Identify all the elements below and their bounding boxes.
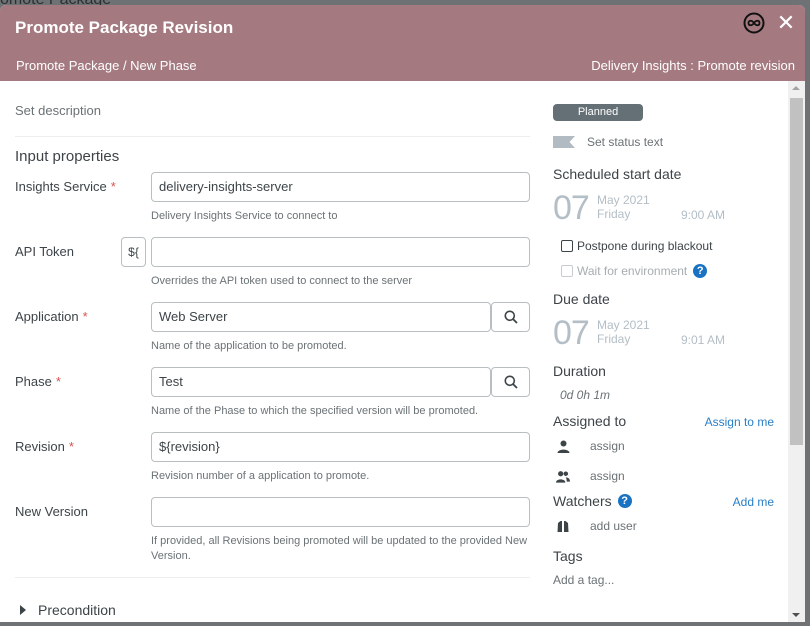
new-version-label: New Version [15, 504, 88, 519]
start-weekday: Friday [597, 207, 631, 221]
team-icon [556, 469, 570, 483]
tags-heading: Tags [553, 548, 583, 564]
due-weekday: Friday [597, 332, 631, 346]
checkbox-label: Wait for environment [577, 264, 688, 278]
assign-to-me-link[interactable]: Assign to me [705, 415, 774, 429]
required-marker: * [110, 179, 116, 194]
breadcrumb: Promote Package / New Phase [16, 58, 197, 73]
insights-service-help: Delivery Insights Service to connect to [151, 210, 338, 222]
field-label-text: Insights Service [15, 179, 107, 194]
scroll-down-arrow-icon[interactable] [792, 613, 800, 617]
user-icon [556, 439, 570, 453]
insights-service-label: Insights Service * [15, 179, 116, 194]
add-user-placeholder: add user [590, 519, 637, 533]
insights-service-input[interactable]: delivery-insights-server [151, 172, 530, 202]
due-date-heading: Due date [553, 291, 610, 307]
application-search-button[interactable] [491, 302, 530, 332]
due-day[interactable]: 07 [553, 316, 590, 350]
precondition-toggle[interactable]: Precondition [20, 602, 116, 618]
add-me-link[interactable]: Add me [733, 495, 774, 509]
scheduled-start-heading: Scheduled start date [553, 166, 682, 182]
promote-package-revision-dialog: Promote Package Revision Promote Package… [0, 5, 805, 622]
application-help: Name of the application to be promoted. [151, 340, 347, 352]
start-time[interactable]: 9:00 AM [681, 208, 725, 222]
phase-help: Name of the Phase to which the specified… [151, 405, 479, 417]
new-version-input[interactable] [151, 497, 530, 527]
dialog-body: Set description Input properties Insight… [0, 81, 788, 622]
required-marker: * [82, 309, 88, 324]
application-label: Application * [15, 309, 88, 324]
field-label-text: Revision [15, 439, 65, 454]
infinity-icon[interactable] [742, 11, 766, 35]
duration-value[interactable]: 0d 0h 1m [560, 388, 610, 402]
assign-team-placeholder: assign [590, 469, 625, 483]
watchers-heading-text: Watchers [553, 493, 612, 509]
api-token-input[interactable] [151, 237, 530, 267]
flag-icon [553, 136, 575, 148]
postpone-blackout-checkbox[interactable]: Postpone during blackout [561, 239, 712, 253]
scrollbar-thumb[interactable] [790, 98, 803, 445]
api-token-help: Overrides the API token used to connect … [151, 275, 413, 287]
required-marker: * [55, 374, 61, 389]
help-icon[interactable]: ? [617, 494, 632, 508]
checkbox [561, 265, 573, 277]
api-token-label: API Token [15, 244, 75, 259]
phase-search-button[interactable] [491, 367, 530, 397]
search-icon [504, 310, 518, 324]
task-type-label: Delivery Insights : Promote revision [591, 58, 795, 73]
due-month-year[interactable]: May 2021 [597, 319, 650, 332]
binoculars-icon [556, 519, 570, 533]
caret-right-icon [20, 605, 26, 615]
vertical-scrollbar[interactable] [788, 81, 805, 622]
due-time[interactable]: 9:01 AM [681, 333, 725, 347]
assign-user-field[interactable]: assign [556, 439, 625, 453]
revision-help: Revision number of a application to prom… [151, 470, 370, 482]
divider [15, 577, 530, 578]
phase-input[interactable]: Test [151, 367, 491, 397]
tags-input[interactable]: Add a tag... [553, 573, 614, 587]
close-icon[interactable]: ✕ [774, 10, 798, 35]
dialog-title: Promote Package Revision [15, 18, 234, 37]
dialog-header: Promote Package Revision Promote Package… [0, 5, 805, 81]
divider [15, 136, 530, 137]
assign-user-placeholder: assign [590, 439, 625, 453]
watchers-heading: Watchers ? [553, 493, 632, 509]
checkbox-label: Postpone during blackout [577, 239, 713, 253]
revision-label: Revision * [15, 439, 74, 454]
add-watcher-field[interactable]: add user [556, 519, 637, 533]
input-properties-heading: Input properties [15, 148, 120, 165]
status-badge: Planned [553, 104, 643, 121]
duration-heading: Duration [553, 363, 606, 379]
required-marker: * [68, 439, 74, 454]
precondition-label: Precondition [38, 602, 116, 618]
new-version-help: If provided, all Revisions being promote… [151, 535, 528, 562]
status-text-field[interactable]: Set status text [587, 135, 663, 149]
start-day[interactable]: 07 [553, 191, 590, 225]
start-month-year[interactable]: May 2021 [597, 194, 650, 207]
help-icon[interactable]: ? [693, 264, 708, 278]
field-label-text: Application [15, 309, 79, 324]
application-input[interactable]: Web Server [151, 302, 491, 332]
revision-input[interactable]: ${revision} [151, 432, 530, 462]
assigned-to-heading: Assigned to [553, 413, 627, 429]
field-label-text: Phase [15, 374, 52, 389]
variable-toggle-button[interactable]: ${ [121, 237, 146, 267]
wait-for-environment-checkbox: Wait for environment ? [561, 264, 708, 278]
description-field[interactable]: Set description [15, 103, 101, 118]
scroll-up-arrow-icon[interactable] [792, 86, 800, 90]
search-icon [504, 375, 518, 389]
assign-team-field[interactable]: assign [556, 469, 625, 483]
phase-label: Phase * [15, 374, 61, 389]
checkbox[interactable] [561, 240, 573, 252]
